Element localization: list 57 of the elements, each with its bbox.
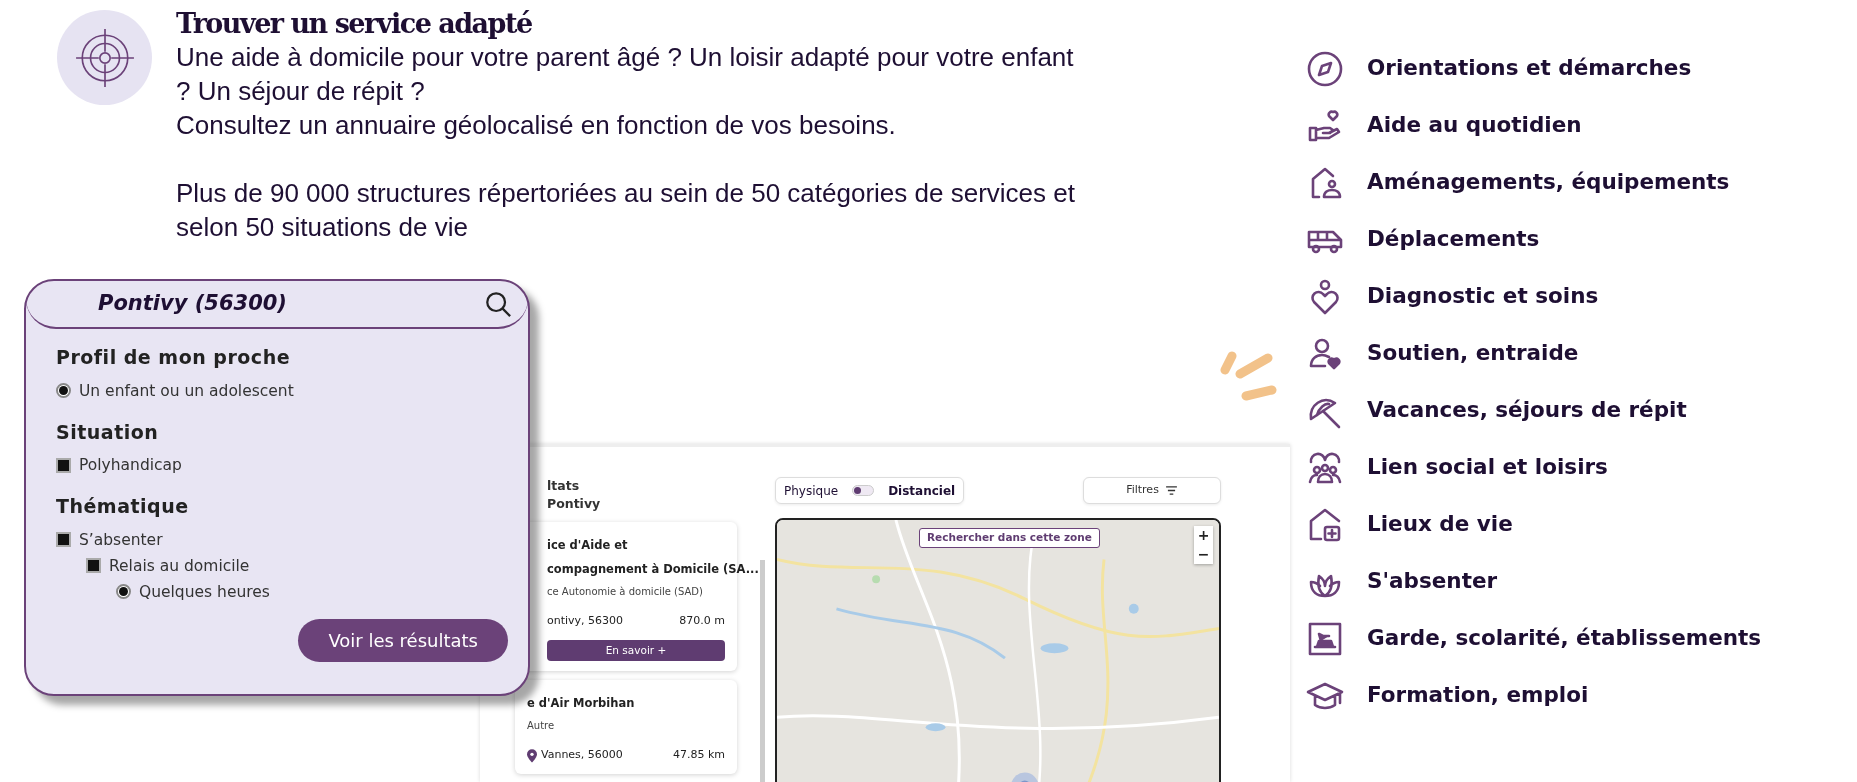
section-heading: Thématique xyxy=(56,494,190,519)
result-title: ice d'Aide et xyxy=(547,537,628,553)
section-title: Trouver un service adapté xyxy=(176,8,533,40)
category-label[interactable]: Vacances, séjours de répit xyxy=(1367,394,1687,427)
mode-toggle[interactable]: Physique Distanciel xyxy=(775,477,965,504)
category-label[interactable]: Déplacements xyxy=(1367,223,1540,256)
zoom-out-button[interactable]: − xyxy=(1194,545,1213,564)
results-heading: Pontivy xyxy=(546,495,602,513)
category-label[interactable]: Diagnostic et soins xyxy=(1367,280,1599,313)
option-label: Relais au domicile xyxy=(109,555,250,577)
radio-button[interactable] xyxy=(116,584,131,599)
results-button[interactable]: Voir les résultats xyxy=(298,618,508,662)
result-category: ce Autonomie à domicile (SAD) xyxy=(547,585,704,599)
search-icon xyxy=(484,290,512,318)
result-location: ontivy, 56300 xyxy=(547,613,624,629)
pin-icon xyxy=(527,748,537,763)
result-category: Autre xyxy=(527,719,556,734)
category-label[interactable]: Lieux de vie xyxy=(1367,508,1513,541)
result-title: compagnement à Domicile (SA... xyxy=(547,561,759,577)
category-label[interactable]: Soutien, entraide xyxy=(1367,337,1579,370)
toggle-switch[interactable] xyxy=(852,485,875,496)
category-label[interactable]: Formation, emploi xyxy=(1367,679,1589,712)
checkbox[interactable] xyxy=(56,457,71,473)
paragraph-text: Plus de 90 000 structures répertoriées au sein de 50 catégories de services et selon 50 situations de vie xyxy=(176,177,1076,244)
paragraph-text: Une aide à domicile pour votre parent âgé ? Un loisir adapté pour votre enfant ? Un séjour de répit ? xyxy=(176,41,1075,108)
results-heading: ltats xyxy=(546,477,581,495)
option-label: Polyhandicap xyxy=(79,455,182,476)
more-button[interactable]: En savoir + xyxy=(547,639,725,662)
result-distance: 870.0 m xyxy=(679,613,725,629)
search-field[interactable]: Pontivy (56300) xyxy=(26,281,528,329)
result-title: e d'Air Morbihan xyxy=(527,695,635,712)
toggle-label: Physique xyxy=(784,482,839,500)
section-heading: Situation xyxy=(56,419,160,445)
checkbox[interactable] xyxy=(86,558,101,573)
search-area-button[interactable]: Rechercher dans cette zone xyxy=(919,528,1100,548)
filter-icon xyxy=(1164,486,1178,495)
option-label: Un enfant ou un adolescent xyxy=(79,380,294,402)
section-heading: Profil de mon proche xyxy=(56,345,292,370)
category-label[interactable]: Aménagements, équipements xyxy=(1367,166,1730,199)
result-distance: 47.85 km xyxy=(672,747,725,764)
zoom-in-button[interactable]: + xyxy=(1194,526,1213,545)
option-label: Quelques heures xyxy=(139,581,270,603)
paragraph-text: Consultez un annuaire géolocalisé en fonction de vos besoins. xyxy=(176,109,897,142)
target-icon xyxy=(73,26,136,89)
category-label[interactable]: Lien social et loisirs xyxy=(1367,451,1608,484)
category-label[interactable]: Orientations et démarches xyxy=(1367,52,1692,85)
option-label: S’absenter xyxy=(79,529,163,551)
filters-button[interactable]: Filtres xyxy=(1083,477,1221,504)
checkbox[interactable] xyxy=(56,532,71,547)
location-text: Pontivy (56300) xyxy=(98,290,288,318)
radio-button[interactable] xyxy=(56,383,71,398)
result-location: Vannes, 56000 xyxy=(541,747,623,764)
category-label[interactable]: Garde, scolarité, établissements xyxy=(1367,622,1762,655)
scrollbar[interactable] xyxy=(760,560,765,782)
toggle-label: Distanciel xyxy=(888,482,956,500)
category-label[interactable]: S'absenter xyxy=(1367,565,1498,598)
category-label[interactable]: Aide au quotidien xyxy=(1367,109,1582,142)
